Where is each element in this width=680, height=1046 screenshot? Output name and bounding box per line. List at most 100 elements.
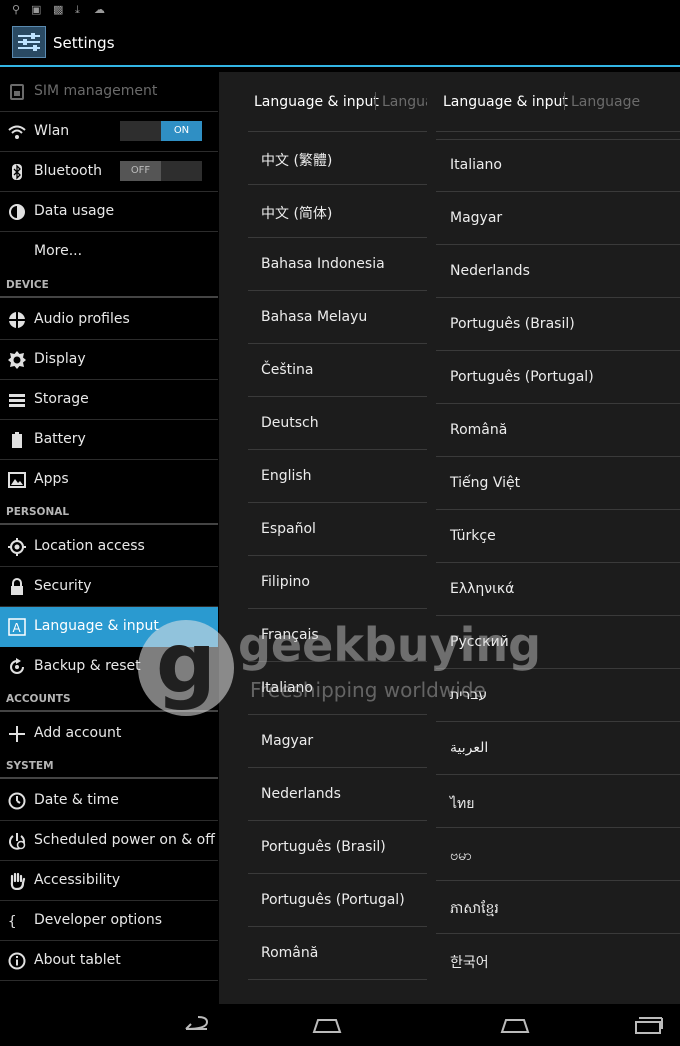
list-item[interactable]: Čeština xyxy=(248,344,427,397)
list-item[interactable]: Magyar xyxy=(436,192,680,245)
list-item[interactable]: Español xyxy=(248,503,427,556)
list-item[interactable]: Tiếng Việt xyxy=(436,457,680,510)
sidebar-item-apps[interactable]: Apps xyxy=(0,460,218,500)
section-header-personal: PERSONAL xyxy=(0,500,218,525)
list-divider xyxy=(436,131,680,132)
breadcrumb-language-input-2[interactable]: Language & input xyxy=(443,94,568,110)
bluetooth-icon xyxy=(12,164,22,180)
breadcrumb-language[interactable]: Langua xyxy=(382,94,427,110)
backup-icon xyxy=(10,658,24,674)
data-usage-icon xyxy=(9,204,25,220)
section-header-accounts: ACCOUNTS xyxy=(0,687,218,712)
sidebar-item-language-input[interactable]: A Language & input xyxy=(0,607,218,647)
sidebar-item-accessibility[interactable]: Accessibility xyxy=(0,861,218,901)
sidebar-item-backup-reset[interactable]: Backup & reset xyxy=(0,647,218,687)
sidebar-item-audio-profiles[interactable]: Audio profiles xyxy=(0,300,218,340)
list-item[interactable]: Deutsch xyxy=(248,397,427,450)
sidebar-item-sim-management[interactable]: SIM management xyxy=(0,72,218,112)
usb-icon: ⚲ xyxy=(12,3,21,16)
list-item[interactable]: Ελληνικά xyxy=(436,563,680,616)
sidebar-item-battery[interactable]: Battery xyxy=(0,420,218,460)
list-item[interactable]: Italiano xyxy=(436,139,680,192)
settings-sidebar: SIM management Wlan ON Bluetooth OFF Dat… xyxy=(0,72,218,1004)
list-item[interactable]: Bahasa Indonesia xyxy=(248,238,427,291)
notification-icon: ▣ xyxy=(31,3,42,16)
lock-icon xyxy=(11,578,23,595)
status-bar: ⚲ ▣ ▩ ⤓ ☁ xyxy=(0,0,680,20)
list-item[interactable]: Bahasa Melayu xyxy=(248,291,427,344)
list-item[interactable]: Português (Portugal) xyxy=(248,874,427,927)
clock-icon xyxy=(8,792,26,810)
list-item[interactable]: Română xyxy=(436,404,680,457)
list-item[interactable]: العربية xyxy=(436,722,680,775)
section-header-device: DEVICE xyxy=(0,273,218,298)
sidebar-item-scheduled-power[interactable]: Scheduled power on & off xyxy=(0,821,218,861)
sidebar-item-security[interactable]: Security xyxy=(0,567,218,607)
battery-icon xyxy=(12,432,22,448)
audio-icon xyxy=(9,312,25,328)
toggle-off-label: OFF xyxy=(120,161,161,181)
list-item[interactable]: Русский xyxy=(436,616,680,669)
breadcrumb-language-2[interactable]: Language xyxy=(571,94,640,110)
sidebar-item-date-time[interactable]: Date & time xyxy=(0,781,218,821)
list-item[interactable]: 中文 (简体) xyxy=(248,185,427,238)
home-icon[interactable] xyxy=(312,1014,342,1036)
power-schedule-icon xyxy=(9,833,26,850)
list-item[interactable]: Português (Brasil) xyxy=(436,298,680,351)
recent-apps-icon[interactable] xyxy=(633,1014,663,1036)
apps-icon xyxy=(8,472,26,488)
action-bar: Settings xyxy=(0,20,680,67)
list-item[interactable]: Português (Brasil) xyxy=(248,821,427,874)
svg-text:A: A xyxy=(13,621,22,635)
back-icon[interactable] xyxy=(180,1014,210,1036)
list-item[interactable]: Français xyxy=(248,609,427,662)
breadcrumb-language-input[interactable]: Language & input xyxy=(254,94,379,110)
sidebar-item-more[interactable]: More... xyxy=(0,232,218,272)
list-item[interactable]: Türkçe xyxy=(436,510,680,563)
list-item[interactable]: ဗမာ xyxy=(436,828,680,881)
list-item[interactable]: Português (Portugal) xyxy=(436,351,680,404)
page-title: Settings xyxy=(53,34,115,52)
list-item[interactable]: ភាសាខ្មែរ xyxy=(436,881,680,934)
info-icon xyxy=(8,952,26,970)
sidebar-item-developer-options[interactable]: { } Developer options xyxy=(0,901,218,941)
navigation-bar xyxy=(0,1004,680,1046)
list-item[interactable]: עברית xyxy=(436,669,680,722)
sidebar-item-storage[interactable]: Storage xyxy=(0,380,218,420)
list-item[interactable]: ไทย xyxy=(436,775,680,828)
sidebar-item-add-account[interactable]: Add account xyxy=(0,714,218,754)
plus-icon xyxy=(9,726,25,742)
section-header-system: SYSTEM xyxy=(0,754,218,779)
wlan-toggle[interactable]: ON xyxy=(120,121,202,141)
list-item[interactable]: Nederlands xyxy=(436,245,680,298)
wifi-icon xyxy=(8,125,26,139)
list-item[interactable]: Filipino xyxy=(248,556,427,609)
list-item[interactable]: Nederlands xyxy=(248,768,427,821)
sim-icon xyxy=(10,84,24,100)
sidebar-item-location-access[interactable]: Location access xyxy=(0,527,218,567)
sidebar-item-data-usage[interactable]: Data usage xyxy=(0,192,218,232)
hand-icon xyxy=(10,872,26,890)
list-item[interactable]: Magyar xyxy=(248,715,427,768)
list-item[interactable]: 한국어 xyxy=(436,934,680,987)
list-item[interactable]: Italiano xyxy=(248,662,427,715)
display-icon xyxy=(8,351,26,369)
home-icon[interactable] xyxy=(500,1014,530,1036)
toggle-on-label: ON xyxy=(161,121,202,141)
settings-app-icon[interactable] xyxy=(12,26,46,58)
sidebar-item-bluetooth[interactable]: Bluetooth OFF xyxy=(0,152,218,192)
breadcrumb-separator-2 xyxy=(564,92,565,110)
braces-icon: { } xyxy=(8,914,26,930)
sidebar-item-display[interactable]: Display xyxy=(0,340,218,380)
sidebar-item-wlan[interactable]: Wlan ON xyxy=(0,112,218,152)
list-item[interactable]: 中文 (繁體) xyxy=(248,132,427,185)
list-item[interactable]: Română xyxy=(248,927,427,980)
bluetooth-toggle[interactable]: OFF xyxy=(120,161,202,181)
android-icon: ☁ xyxy=(94,3,105,16)
location-icon xyxy=(8,538,26,556)
list-item[interactable]: English xyxy=(248,450,427,503)
package-icon: ▩ xyxy=(53,3,64,16)
svg-text:{ }: { } xyxy=(8,914,26,930)
sidebar-item-about-tablet[interactable]: About tablet xyxy=(0,941,218,981)
keyboard-icon: A xyxy=(8,618,26,636)
